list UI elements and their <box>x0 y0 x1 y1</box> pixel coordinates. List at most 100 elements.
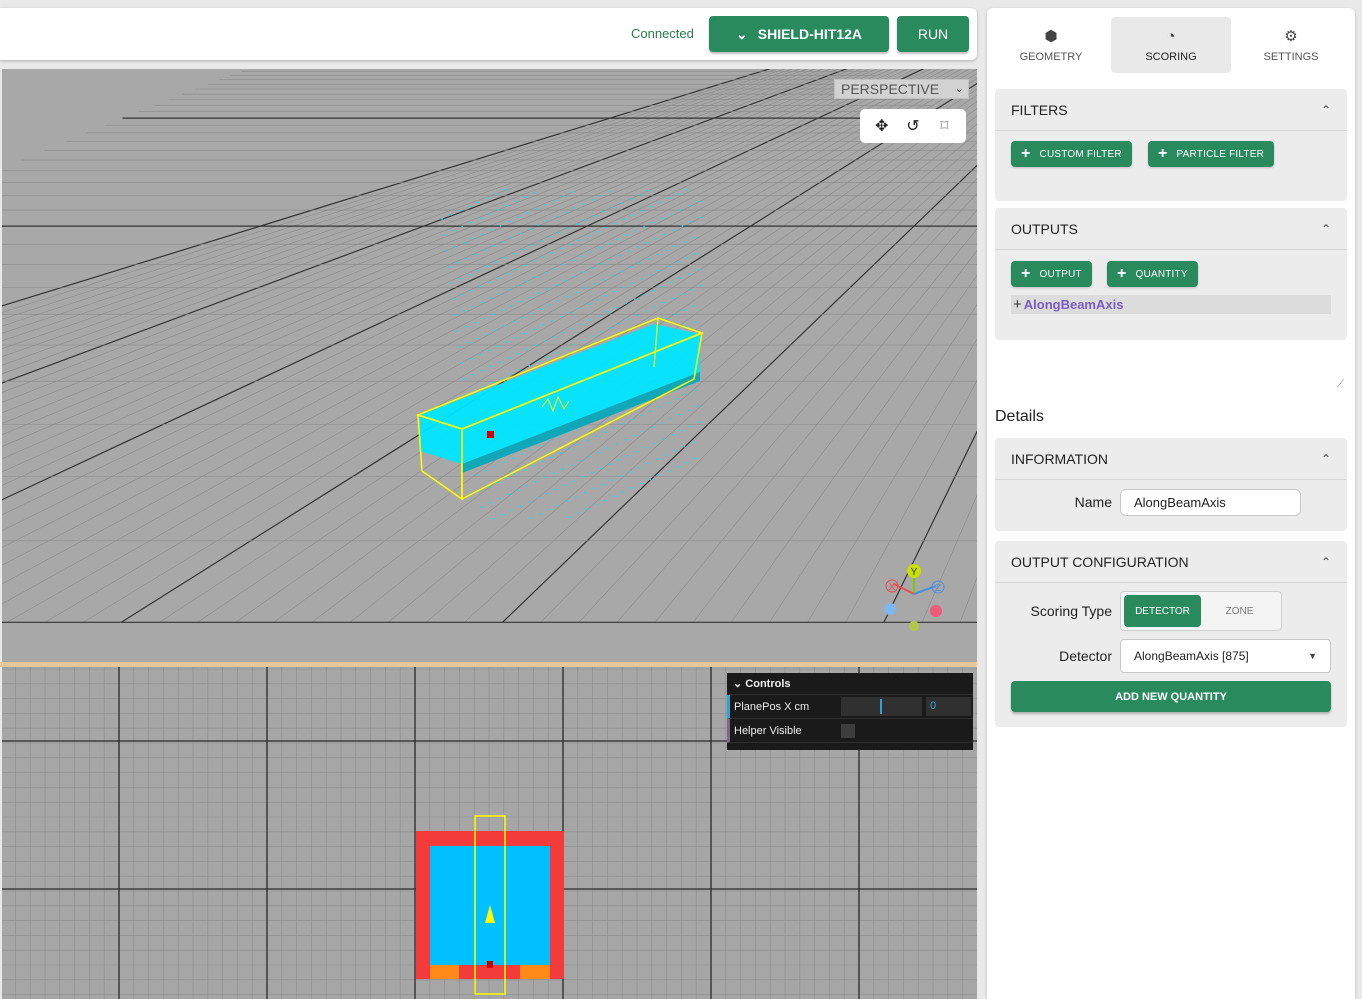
mesh-dot <box>497 208 500 211</box>
mesh-dot <box>492 245 495 247</box>
information-header[interactable]: INFORMATION ⌃ <box>995 438 1347 480</box>
rotate-icon[interactable]: ↺ <box>901 116 925 136</box>
mesh-dot <box>490 365 492 368</box>
mesh-dot <box>530 517 532 519</box>
tab-settings[interactable]: ⚙ SETTINGS <box>1231 17 1351 73</box>
mesh-dot <box>638 262 641 264</box>
mesh-dot <box>490 297 493 300</box>
mesh-dot <box>454 245 457 248</box>
filters-header[interactable]: FILTERS ⌃ <box>995 89 1347 131</box>
3d-viewport[interactable]: Y X Z PERSPECTIVE ⌄ ✥ ↺ ⌑ <box>2 69 977 662</box>
mesh-dot <box>620 475 622 477</box>
mesh-dot <box>554 488 557 491</box>
add-new-quantity-button[interactable]: ADD NEW QUANTITY <box>1011 681 1331 712</box>
mesh-dot <box>573 207 576 210</box>
output-config-header[interactable]: OUTPUT CONFIGURATION ⌃ <box>995 541 1347 583</box>
controls-header[interactable]: ⌄ Controls <box>727 673 973 695</box>
mesh-dot <box>542 256 544 258</box>
move-icon[interactable]: ✥ <box>870 116 894 136</box>
mesh-dot <box>530 448 533 451</box>
add-quantity-button[interactable]: + QUANTITY <box>1107 261 1198 287</box>
quantity-label: QUANTITY <box>1135 268 1188 280</box>
mesh-dot <box>602 210 605 213</box>
helper-visible-checkbox[interactable] <box>841 723 855 738</box>
grid-line <box>921 494 977 623</box>
beam-source-marker <box>487 961 493 968</box>
mesh-dot <box>555 283 558 286</box>
tab-geometry[interactable]: ⬢ GEOMETRY <box>991 17 1111 73</box>
slider-knob[interactable] <box>880 699 882 714</box>
mesh-dot <box>496 345 499 348</box>
name-input[interactable]: AlongBeamAxis <box>1120 489 1301 516</box>
chevron-up-icon[interactable]: ⌃ <box>1321 438 1331 480</box>
scoring-type-zone[interactable]: ZONE <box>1201 595 1278 627</box>
camera-mode-select[interactable]: PERSPECTIVE ⌄ <box>834 79 969 99</box>
axis-label: X <box>889 582 896 593</box>
mesh-dot <box>631 418 634 421</box>
mesh-dot <box>685 461 688 464</box>
mesh-dot <box>609 190 612 193</box>
mesh-dot <box>622 422 625 425</box>
mesh-dot <box>622 286 625 289</box>
detector-select[interactable]: AlongBeamAxis [875] ▼ <box>1120 639 1331 673</box>
run-button[interactable]: RUN <box>897 16 969 52</box>
mesh-dot <box>591 335 594 338</box>
mesh-dot <box>686 188 688 191</box>
add-custom-filter-button[interactable]: + CUSTOM FILTER <box>1011 141 1132 167</box>
outputs-header[interactable]: OUTPUTS ⌃ <box>995 208 1347 250</box>
mesh-dot <box>527 501 530 503</box>
mesh-dot <box>604 431 607 434</box>
mesh-dot <box>587 235 589 237</box>
grid-line <box>845 380 977 623</box>
add-particle-filter-button[interactable]: + PARTICLE FILTER <box>1148 141 1275 167</box>
simulator-label: SHIELD-HIT12A <box>757 26 862 42</box>
grid-line <box>654 228 977 623</box>
axis-neg-x-icon <box>884 603 896 615</box>
add-output-button[interactable]: + OUTPUT <box>1011 261 1092 287</box>
2d-viewport[interactable]: ⌄ Controls PlanePos X cm 0 Helper Visibl… <box>2 667 977 999</box>
mesh-dot <box>632 214 634 216</box>
scoring-type-detector[interactable]: DETECTOR <box>1124 595 1201 627</box>
expand-icon[interactable]: + <box>1013 296 1022 313</box>
mesh-dot <box>456 261 459 264</box>
chevron-up-icon[interactable]: ⌃ <box>1321 541 1331 583</box>
mesh-dot <box>544 340 546 343</box>
mesh-dot <box>697 268 699 271</box>
mesh-dot <box>683 309 686 312</box>
chevron-up-icon[interactable]: ⌃ <box>1321 208 1331 250</box>
mesh-dot <box>526 348 528 351</box>
resize-handle-icon[interactable]: ⟋ <box>1337 379 1344 390</box>
grid-line <box>6 69 977 623</box>
mesh-dot <box>548 304 551 306</box>
mesh-dot <box>514 473 517 476</box>
mesh-dot <box>492 313 495 316</box>
tab-scoring[interactable]: ◔ SCORING <box>1111 17 1231 73</box>
mesh-dot <box>539 240 542 242</box>
grid-line <box>731 275 977 623</box>
crop-icon[interactable]: ⌑ <box>932 116 956 136</box>
mesh-dot <box>508 288 511 291</box>
mesh-dot <box>568 311 571 314</box>
mesh-dot <box>560 247 562 250</box>
mesh-dot <box>548 508 550 511</box>
chevron-up-icon[interactable]: ⌃ <box>1321 89 1331 131</box>
mesh-dot <box>526 212 529 215</box>
simulator-select-button[interactable]: ⌄ SHIELD-HIT12A <box>709 16 889 52</box>
output-tree-item[interactable]: + AlongBeamAxis <box>1011 295 1331 314</box>
top-bar: Connected ⌄ SHIELD-HIT12A RUN <box>0 8 977 60</box>
mesh-dot <box>505 477 508 480</box>
3d-grid-canvas[interactable]: Y X Z <box>2 69 977 662</box>
caret-down-icon: ▼ <box>1308 651 1317 661</box>
mesh-dot <box>557 299 560 302</box>
planepos-slider[interactable] <box>841 697 922 716</box>
mesh-dot <box>548 440 551 443</box>
beam-source-marker <box>487 431 494 438</box>
mesh-dot <box>572 480 575 482</box>
mesh-dot <box>661 285 663 288</box>
planepos-input[interactable]: 0 <box>926 697 971 716</box>
mesh-dot <box>550 320 553 322</box>
mesh-dot <box>577 307 580 310</box>
custom-filter-label: CUSTOM FILTER <box>1039 148 1122 160</box>
mesh-dot <box>479 285 481 288</box>
mesh-dot <box>530 312 533 315</box>
